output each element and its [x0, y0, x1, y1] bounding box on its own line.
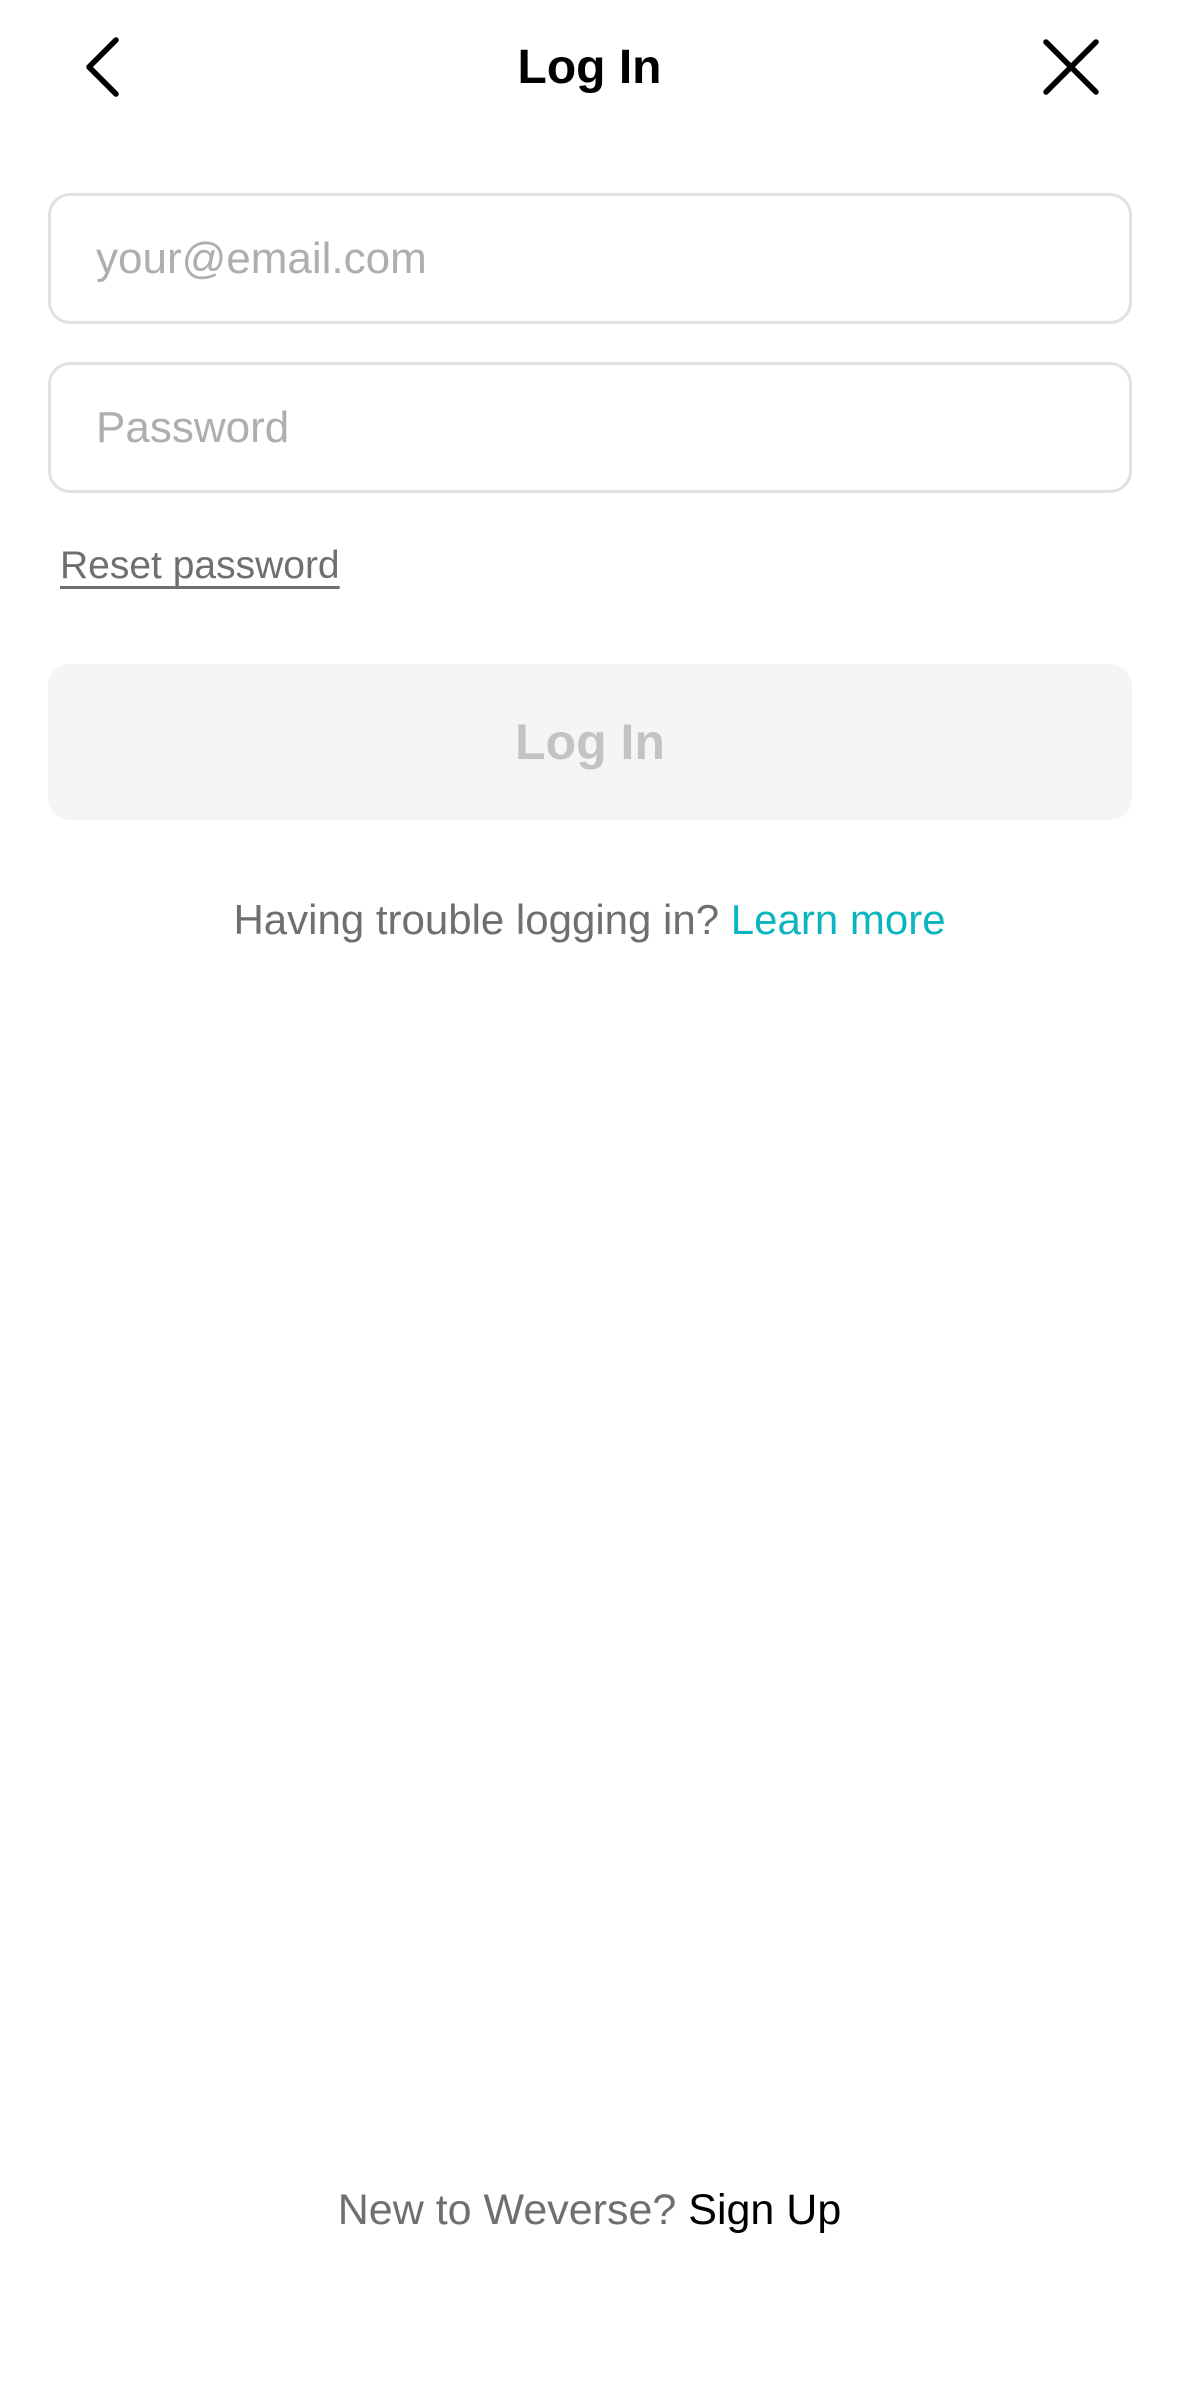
trouble-text: Having trouble logging in?	[233, 896, 731, 943]
signup-prompt: New to Weverse?	[337, 2186, 689, 2234]
reset-password-link[interactable]: Reset password	[60, 540, 340, 592]
password-input[interactable]	[96, 365, 1086, 490]
email-field[interactable]	[48, 193, 1132, 324]
login-button[interactable]: Log In	[48, 664, 1132, 820]
close-icon	[1043, 39, 1099, 95]
header: Log In	[0, 0, 1179, 136]
password-field[interactable]	[48, 362, 1132, 493]
signup-row: New to Weverse? Sign Up	[0, 2182, 1179, 2238]
signup-link[interactable]: Sign Up	[688, 2186, 841, 2234]
close-button[interactable]	[1026, 22, 1116, 112]
email-input[interactable]	[96, 196, 1086, 321]
learn-more-link[interactable]: Learn more	[731, 896, 946, 943]
help-row: Having trouble logging in? Learn more	[0, 892, 1179, 948]
page-title: Log In	[517, 41, 662, 94]
